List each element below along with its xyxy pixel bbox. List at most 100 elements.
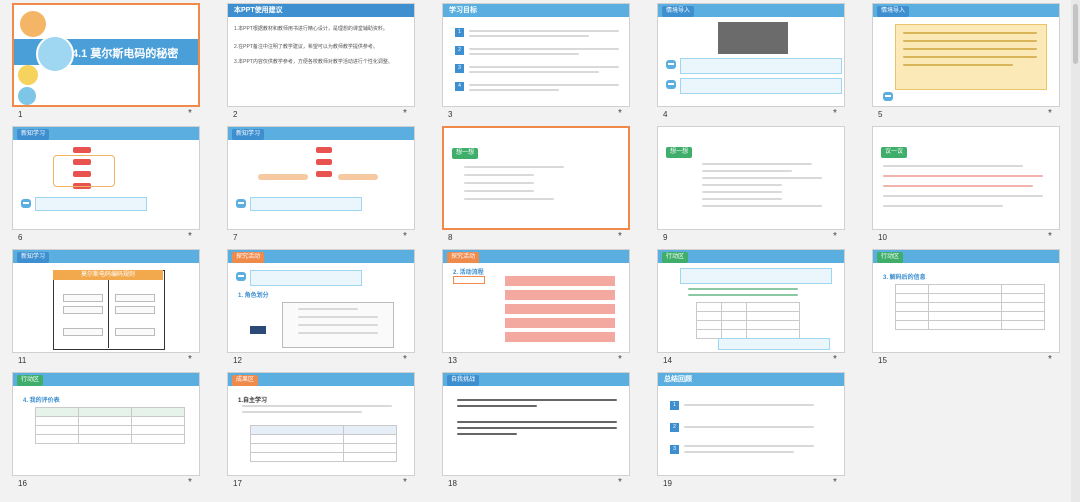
slide-16[interactable]: 行动区 4. 我的评价表 16 * [0, 369, 215, 492]
scrollbar-thumb[interactable] [1073, 4, 1078, 64]
slide-badge: 自我挑战 [447, 375, 480, 386]
slide-title: 4.1 莫尔斯电码的秘密 [72, 48, 179, 60]
slide-badge: 情境导入 [662, 6, 695, 17]
slide-sorter-grid: 4.1 莫尔斯电码的秘密 1 * 本PPT使用建议 1.本PPT根据教材和教师用… [0, 0, 1080, 502]
slide-badge: 探究活动 [447, 252, 480, 263]
section-title: 4. 我的评价表 [23, 398, 60, 404]
slide-badge: 想一想 [452, 148, 479, 159]
slide-thumbnail[interactable]: 新知学习 莫尔斯电码编码规则 [12, 249, 200, 353]
diagram-title: 莫尔斯电码编码规则 [53, 270, 163, 280]
slide-2[interactable]: 本PPT使用建议 1.本PPT根据教材和教师用书进行精心设计，是理想的课堂辅助资… [215, 0, 430, 123]
slide-thumbnail[interactable]: 情境导入 [872, 3, 1060, 107]
slide-number: 12 [233, 356, 242, 365]
slide-text: 2.在PPT备注中注明了教学建议，希望可以为教师教学提供参考。 [234, 44, 378, 50]
slide-10[interactable]: 议一议 10 * [860, 123, 1075, 246]
slide-thumbnail[interactable]: 行动区 [657, 249, 845, 353]
slide-number: 13 [448, 356, 457, 365]
star-icon[interactable]: * [1048, 231, 1052, 242]
list-number: 2 [455, 46, 464, 55]
slide-8[interactable]: 想一想 8 * [430, 123, 645, 246]
slide-thumbnail[interactable]: 新知学习 [12, 126, 200, 230]
slide-15[interactable]: 行动区 3. 解码后的信息 15 * [860, 246, 1075, 369]
star-icon[interactable]: * [833, 477, 837, 488]
slide-number: 15 [878, 356, 887, 365]
slide-thumbnail[interactable]: 总结回顾 1 2 3 [657, 372, 845, 476]
slide-number: 11 [18, 356, 27, 365]
star-icon[interactable]: * [618, 108, 622, 119]
slide-17[interactable]: 成果区 1.自主学习 17 * [215, 369, 430, 492]
slide-thumbnail[interactable]: 自我挑战 [442, 372, 630, 476]
slide-12[interactable]: 探究活动 1. 角色划分 12 * [215, 246, 430, 369]
slide-badge: 行动区 [662, 252, 689, 263]
slide-thumbnail[interactable]: 新知学习 [227, 126, 415, 230]
slide-number: 4 [663, 110, 668, 119]
slide-number: 14 [663, 356, 672, 365]
slide-badge: 行动区 [877, 252, 904, 263]
slide-number: 1 [18, 110, 23, 119]
slide-number: 8 [448, 233, 453, 242]
slide-number: 10 [878, 233, 887, 242]
slide-text: 3.本PPT内容仅供教学参考，方便各校教师对教学活动进行个性化调整。 [234, 59, 393, 65]
star-icon[interactable]: * [618, 477, 622, 488]
slide-thumbnail[interactable]: 成果区 1.自主学习 [227, 372, 415, 476]
star-icon[interactable]: * [403, 477, 407, 488]
slide-number: 9 [663, 233, 668, 242]
star-icon[interactable]: * [188, 477, 192, 488]
star-icon[interactable]: * [1048, 354, 1052, 365]
slide-18[interactable]: 自我挑战 18 * [430, 369, 645, 492]
slide-title: 总结回顾 [658, 373, 844, 386]
star-icon[interactable]: * [188, 231, 192, 242]
star-icon[interactable]: * [833, 354, 837, 365]
slide-number: 19 [663, 479, 672, 488]
star-icon[interactable]: * [833, 231, 837, 242]
star-icon[interactable]: * [618, 354, 622, 365]
section-title: 1.自主学习 [238, 398, 268, 404]
slide-thumbnail[interactable]: 情境导入 [657, 3, 845, 107]
slide-11[interactable]: 新知学习 莫尔斯电码编码规则 11 * [0, 246, 215, 369]
slide-badge: 成果区 [232, 375, 259, 386]
slide-badge: 新知学习 [232, 129, 265, 140]
slide-14[interactable]: 行动区 14 * [645, 246, 860, 369]
slide-number: 3 [448, 110, 453, 119]
slide-13[interactable]: 探究活动 2. 活动流程 13 * [430, 246, 645, 369]
star-icon[interactable]: * [403, 354, 407, 365]
star-icon[interactable]: * [403, 108, 407, 119]
slide-thumbnail[interactable]: 议一议 [872, 126, 1060, 230]
star-icon[interactable]: * [1048, 108, 1052, 119]
slide-thumbnail[interactable]: 学习目标 1 2 3 4 [442, 3, 630, 107]
slide-number: 18 [448, 479, 457, 488]
slide-title: 本PPT使用建议 [228, 4, 414, 17]
slide-thumbnail[interactable]: 想一想 [657, 126, 845, 230]
slide-thumbnail[interactable]: 探究活动 2. 活动流程 [442, 249, 630, 353]
star-icon[interactable]: * [833, 108, 837, 119]
slide-3[interactable]: 学习目标 1 2 3 4 3 * [430, 0, 645, 123]
slide-thumbnail[interactable]: 行动区 3. 解码后的信息 [872, 249, 1060, 353]
slide-4[interactable]: 情境导入 4 * [645, 0, 860, 123]
slide-thumbnail[interactable]: 4.1 莫尔斯电码的秘密 [12, 3, 200, 107]
slide-7[interactable]: 新知学习 7 * [215, 123, 430, 246]
slide-badge: 想一想 [666, 147, 693, 158]
slide-1[interactable]: 4.1 莫尔斯电码的秘密 1 * [0, 0, 215, 123]
slide-badge: 议一议 [881, 147, 908, 158]
vertical-scrollbar[interactable] [1071, 0, 1080, 502]
slide-6[interactable]: 新知学习 6 * [0, 123, 215, 246]
slide-thumbnail[interactable]: 本PPT使用建议 1.本PPT根据教材和教师用书进行精心设计，是理想的课堂辅助资… [227, 3, 415, 107]
slide-number: 5 [878, 110, 883, 119]
slide-9[interactable]: 想一想 9 * [645, 123, 860, 246]
slide-19[interactable]: 总结回顾 1 2 3 19 * [645, 369, 860, 492]
slide-badge: 新知学习 [17, 252, 50, 263]
star-icon[interactable]: * [618, 231, 622, 242]
slide-thumbnail[interactable]: 想一想 [442, 126, 630, 230]
star-icon[interactable]: * [188, 354, 192, 365]
slide-number: 6 [18, 233, 23, 242]
slide-thumbnail[interactable]: 探究活动 1. 角色划分 [227, 249, 415, 353]
slide-badge: 行动区 [17, 375, 44, 386]
slide-thumbnail[interactable]: 行动区 4. 我的评价表 [12, 372, 200, 476]
section-title: 3. 解码后的信息 [883, 275, 926, 281]
star-icon[interactable]: * [403, 231, 407, 242]
slide-title: 学习目标 [443, 4, 629, 17]
star-icon[interactable]: * [188, 108, 192, 119]
slide-number: 16 [18, 479, 27, 488]
list-number: 3 [670, 445, 679, 454]
slide-5[interactable]: 情境导入 5 * [860, 0, 1075, 123]
